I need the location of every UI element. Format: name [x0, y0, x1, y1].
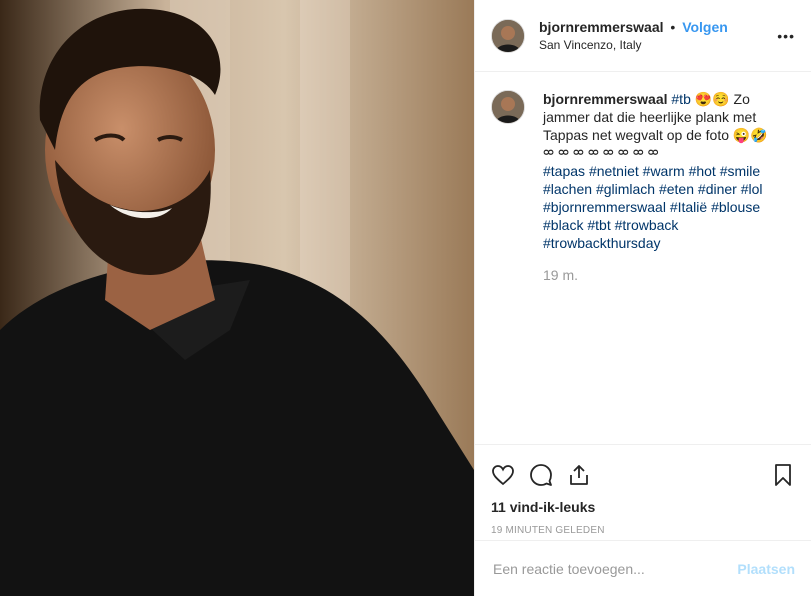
avatar-image — [492, 19, 524, 52]
location-link[interactable]: San Vincenzo, Italy — [539, 37, 728, 53]
hashtag[interactable]: #blouse — [711, 199, 760, 215]
comment-input[interactable] — [491, 559, 738, 578]
add-comment-bar: Plaatsen — [475, 540, 811, 596]
comments-section: bjornremmerswaal #tb 😍☺️ Zo jammer dat d… — [475, 72, 811, 444]
hashtag[interactable]: #trowbackthursday — [543, 235, 661, 251]
avatar[interactable] — [491, 18, 525, 53]
post-side-panel: bjornremmerswaal • Volgen San Vincenzo, … — [474, 0, 811, 596]
hashtag[interactable]: #Italië — [670, 199, 707, 215]
comment-icon[interactable] — [529, 463, 553, 487]
hashtag[interactable]: #eten — [659, 181, 694, 197]
comment-timestamp[interactable]: 19 m. — [543, 266, 768, 284]
hashtag[interactable]: #netniet — [589, 163, 639, 179]
more-options-icon[interactable]: ••• — [777, 28, 795, 44]
avatar[interactable] — [491, 90, 525, 124]
post-comment-button[interactable]: Plaatsen — [737, 561, 795, 577]
caption-emoji: 😍☺️ — [694, 91, 730, 107]
post-header: bjornremmerswaal • Volgen San Vincenzo, … — [475, 0, 811, 72]
instagram-post: bjornremmerswaal • Volgen San Vincenzo, … — [0, 0, 811, 596]
username-link[interactable]: bjornremmerswaal — [539, 19, 664, 35]
hashtag[interactable]: #diner — [698, 181, 737, 197]
caption-username[interactable]: bjornremmerswaal — [543, 91, 668, 107]
hashtag[interactable]: #hot — [689, 163, 716, 179]
hashtag[interactable]: #warm — [643, 163, 685, 179]
hashtag-tb[interactable]: #tb — [671, 91, 690, 107]
hashtag[interactable]: #trowback — [615, 217, 679, 233]
action-bar: 11 vind-ik-leuks 19 MINUTEN GELEDEN — [475, 444, 811, 544]
separator-dot: • — [670, 18, 676, 35]
heart-icon[interactable] — [491, 463, 515, 487]
portrait-image — [0, 0, 474, 596]
likes-count[interactable]: 11 vind-ik-leuks — [491, 499, 795, 515]
post-photo[interactable] — [0, 0, 474, 596]
hashtag[interactable]: #glimlach — [596, 181, 655, 197]
hashtag[interactable]: #tapas — [543, 163, 585, 179]
post-timestamp[interactable]: 19 MINUTEN GELEDEN — [491, 525, 795, 536]
hashtag[interactable]: #bjornremmerswaal — [543, 199, 666, 215]
hashtag[interactable]: #lachen — [543, 181, 592, 197]
hashtag[interactable]: #smile — [720, 163, 760, 179]
caption-emoji: 😜🤣 — [732, 127, 768, 143]
hashtag[interactable]: #lol — [741, 181, 763, 197]
caption-decoration: ᢁ ᢁ ᢁ ᢁ ᢁ ᢁ ᢁ ᢁ — [543, 145, 659, 161]
share-icon[interactable] — [567, 463, 591, 487]
caption-comment: bjornremmerswaal #tb 😍☺️ Zo jammer dat d… — [491, 90, 795, 284]
hashtag[interactable]: #black — [543, 217, 583, 233]
hashtag[interactable]: #tbt — [587, 217, 610, 233]
follow-button[interactable]: Volgen — [682, 19, 728, 35]
avatar-image — [492, 91, 524, 123]
bookmark-icon[interactable] — [771, 463, 795, 487]
